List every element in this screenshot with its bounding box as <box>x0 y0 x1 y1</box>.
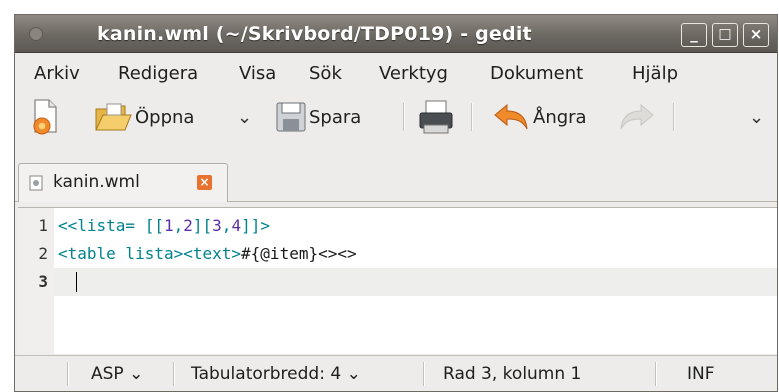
code-line-2: <table lista><text>#{@item}<><> <box>58 244 357 263</box>
status-divider <box>655 362 657 386</box>
code-token: <text> <box>183 244 242 263</box>
tab-close-icon[interactable]: × <box>197 175 212 190</box>
current-line-highlight <box>54 268 777 296</box>
code-token: 4 <box>231 216 242 235</box>
toolbar: Öppna ⌄ Spara Ångra ⌄ <box>15 91 777 143</box>
redo-arrow-icon <box>620 103 654 130</box>
status-divider <box>67 362 69 386</box>
window-menu-icon[interactable] <box>29 27 43 41</box>
gedit-window: kanin.wml (~/Skrivbord/TDP019) - gedit _… <box>14 14 778 392</box>
folder-open-icon <box>95 103 132 131</box>
code-token: ][ <box>192 216 213 235</box>
code-token: ]]> <box>241 216 270 235</box>
menu-sok[interactable]: Sök <box>309 63 342 84</box>
maximize-button[interactable]: □ <box>712 23 738 47</box>
menu-dokument[interactable]: Dokument <box>490 63 583 84</box>
menu-hjalp[interactable]: Hjälp <box>632 63 678 84</box>
open-button[interactable]: Öppna ⌄ <box>81 91 261 143</box>
tab-kanin-wml[interactable]: kanin.wml × <box>18 163 228 202</box>
cursor-position: Rad 3, kolumn 1 <box>443 364 582 384</box>
menu-redigera[interactable]: Redigera <box>118 63 198 84</box>
text-cursor <box>76 272 77 292</box>
language-label: ASP <box>91 364 124 384</box>
code-token: <table lista> <box>58 244 184 263</box>
text-editor[interactable]: 1 2 3 <<lista= [[1,2][3,4]]> <table list… <box>18 207 777 354</box>
desktop-edge <box>0 0 14 392</box>
save-button[interactable]: Spara <box>269 91 393 143</box>
title-bar[interactable]: kanin.wml (~/Skrivbord/TDP019) - gedit _… <box>15 15 777 53</box>
chevron-down-icon: ⌄ <box>346 364 361 384</box>
insert-mode: INF <box>687 364 715 384</box>
document-icon <box>29 175 43 191</box>
tab-width-label: Tabulatorbredd: 4 <box>191 364 342 384</box>
status-divider <box>423 362 425 386</box>
line-number-gutter: 1 2 3 <box>18 208 54 354</box>
save-label: Spara <box>309 107 362 128</box>
print-button[interactable] <box>415 91 459 143</box>
line-number: 2 <box>38 244 48 263</box>
undo-label: Ångra <box>533 107 587 128</box>
line-number-current: 3 <box>38 272 48 291</box>
menu-visa[interactable]: Visa <box>239 63 276 84</box>
code-token: 3 <box>212 216 222 235</box>
toolbar-separator <box>403 103 405 131</box>
open-recent-chevron-icon[interactable]: ⌄ <box>237 107 252 128</box>
code-token: 2 <box>183 216 193 235</box>
undo-arrow-icon <box>494 103 528 130</box>
language-selector[interactable]: ASP ⌄ <box>91 364 143 384</box>
menu-arkiv[interactable]: Arkiv <box>34 63 80 84</box>
code-token: [[ <box>135 216 164 235</box>
floppy-disk-icon <box>276 102 306 132</box>
printer-icon <box>419 100 453 134</box>
tab-label: kanin.wml <box>53 172 140 192</box>
undo-button[interactable]: Ångra <box>487 91 617 143</box>
code-token: , <box>173 216 184 235</box>
open-label: Öppna <box>135 107 195 128</box>
line-number: 1 <box>38 216 48 235</box>
minimize-button[interactable]: _ <box>681 23 707 47</box>
window-title: kanin.wml (~/Skrivbord/TDP019) - gedit <box>97 23 532 45</box>
menu-verktyg[interactable]: Verktyg <box>379 63 448 84</box>
code-token: 1 <box>163 216 174 235</box>
code-token: <<lista= <box>58 216 136 235</box>
new-button[interactable] <box>27 91 67 143</box>
menu-bar: Arkiv Redigera Visa Sök Verktyg Dokument… <box>15 53 777 91</box>
status-bar: ASP ⌄ Tabulatorbredd: 4 ⌄ Rad 3, kolumn … <box>15 355 777 391</box>
code-token: #{@item}<><> <box>241 244 357 263</box>
toolbar-overflow-chevron-icon[interactable]: ⌄ <box>749 107 764 128</box>
code-line-1: <<lista= [[1,2][3,4]]> <box>58 216 270 235</box>
toolbar-separator <box>471 103 473 131</box>
status-divider <box>173 362 175 386</box>
redo-button[interactable] <box>617 91 657 143</box>
chevron-down-icon: ⌄ <box>129 364 144 384</box>
tab-width-selector[interactable]: Tabulatorbredd: 4 ⌄ <box>191 364 361 384</box>
document-tabs: kanin.wml × <box>15 143 777 202</box>
toolbar-separator <box>673 103 675 131</box>
new-document-icon <box>33 99 57 135</box>
code-token: , <box>221 216 232 235</box>
close-button[interactable]: × <box>743 23 769 47</box>
